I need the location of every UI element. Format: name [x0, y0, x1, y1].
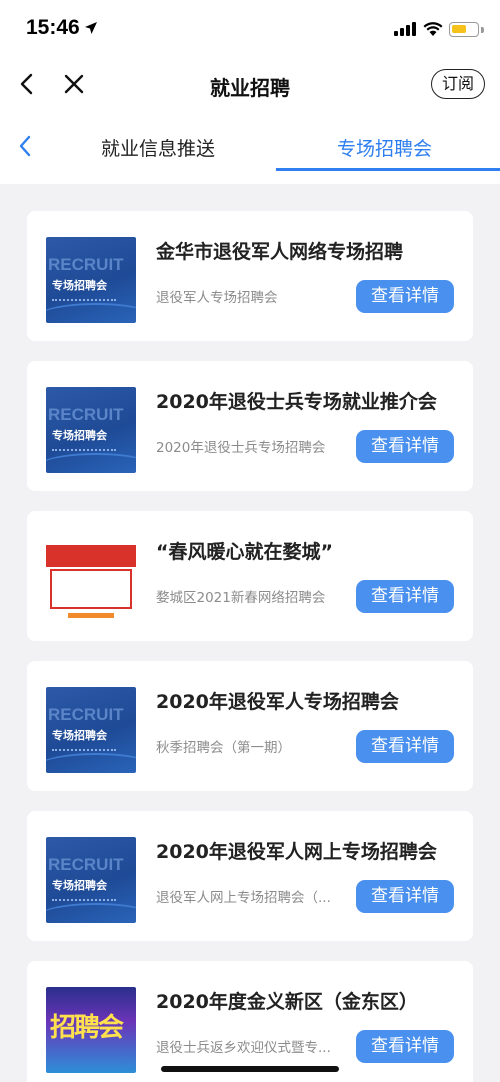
card-subtitle: 秋季招聘会（第一期）: [156, 740, 291, 756]
thumb-dots: [52, 749, 116, 751]
card-title: 金华市退役军人网络专场招聘: [156, 241, 404, 263]
card-subtitle: 退役军人专场招聘会: [156, 290, 278, 306]
card-subtitle: 婺城区2021新春网络招聘会: [156, 590, 326, 606]
thumb-recruit-cn: 专场招聘会: [52, 429, 107, 442]
thumb-wave: [46, 903, 136, 923]
thumb-red-box: [50, 569, 132, 609]
thumb-recruit-word: RECRUIT: [48, 705, 124, 724]
thumb-recruit-cn: 专场招聘会: [52, 279, 107, 292]
view-details-button[interactable]: 查看详情: [356, 1030, 454, 1063]
recruit-poster-thumbnail: RECRUIT 专场招聘会: [46, 837, 136, 923]
thumb-red-banner: [46, 545, 136, 567]
chevron-left-icon[interactable]: [16, 134, 36, 158]
thumb-orange-bar: [68, 613, 114, 618]
webpage-screenshot-thumbnail: [46, 537, 136, 623]
job-fair-card[interactable]: RECRUIT 专场招聘会 2020年退役军人专场招聘会 秋季招聘会（第一期） …: [27, 661, 473, 791]
thumb-recruit-cn: 专场招聘会: [52, 729, 107, 742]
recruit-poster-thumbnail: RECRUIT 专场招聘会: [46, 237, 136, 323]
card-title: 2020年退役军人网上专场招聘会: [156, 841, 437, 863]
thumb-wave: [46, 753, 136, 773]
job-fair-card[interactable]: “春风暖心就在婺城” 婺城区2021新春网络招聘会 查看详情: [27, 511, 473, 641]
recruit-poster-thumbnail: RECRUIT 专场招聘会: [46, 687, 136, 773]
job-fair-card[interactable]: 招聘会 2020年度金义新区（金东区） 退役士兵返乡欢迎仪式暨专... 查看详情: [27, 961, 473, 1082]
card-subtitle: 2020年退役士兵专场招聘会: [156, 440, 326, 456]
battery-cap: [481, 27, 484, 33]
card-title: 2020年退役士兵专场就业推介会: [156, 391, 437, 413]
card-subtitle: 退役士兵返乡欢迎仪式暨专...: [156, 1040, 331, 1056]
battery-level: [452, 25, 466, 33]
job-fair-card[interactable]: RECRUIT 专场招聘会 2020年退役军人网上专场招聘会 退役军人网上专场招…: [27, 811, 473, 941]
recruit-poster-thumbnail: RECRUIT 专场招聘会: [46, 387, 136, 473]
thumb-dots: [52, 899, 116, 901]
card-subtitle: 退役军人网上专场招聘会（...: [156, 890, 331, 906]
card-title: “春风暖心就在婺城”: [156, 541, 333, 563]
tab-bar: 就业信息推送 专场招聘会: [0, 112, 500, 184]
home-indicator[interactable]: [161, 1066, 339, 1072]
thumb-recruit-word: RECRUIT: [48, 855, 124, 874]
card-title: 2020年度金义新区（金东区）: [156, 991, 418, 1013]
thumb-wave: [46, 303, 136, 323]
tab-employment-news[interactable]: 就业信息推送: [101, 134, 215, 161]
card-title: 2020年退役军人专场招聘会: [156, 691, 399, 713]
thumb-dots: [52, 299, 116, 301]
location-arrow-icon: [85, 22, 97, 34]
tab-job-fairs[interactable]: 专场招聘会: [337, 134, 432, 161]
view-details-button[interactable]: 查看详情: [356, 430, 454, 463]
page-title: 就业招聘: [210, 76, 290, 100]
status-bar: 15:46: [0, 0, 500, 60]
status-time: 15:46: [26, 16, 80, 39]
view-details-button[interactable]: 查看详情: [356, 730, 454, 763]
view-details-button[interactable]: 查看详情: [356, 580, 454, 613]
view-details-button[interactable]: 查看详情: [356, 880, 454, 913]
view-details-button[interactable]: 查看详情: [356, 280, 454, 313]
cellular-signal-icon: [394, 22, 416, 36]
job-fair-card[interactable]: RECRUIT 专场招聘会 2020年退役士兵专场就业推介会 2020年退役士兵…: [27, 361, 473, 491]
subscribe-button[interactable]: 订阅: [431, 69, 485, 99]
thumb-dots: [52, 449, 116, 451]
thumb-recruit-word: RECRUIT: [48, 255, 124, 274]
wifi-icon: [423, 22, 443, 36]
thumb-recruit-cn: 专场招聘会: [52, 879, 107, 892]
active-tab-indicator: [276, 168, 500, 171]
fair-poster-thumbnail: 招聘会: [46, 987, 136, 1073]
thumb-fair-text: 招聘会: [50, 1013, 124, 1043]
thumb-recruit-word: RECRUIT: [48, 405, 124, 424]
nav-bar: 就业招聘 订阅: [0, 60, 500, 112]
battery-icon: [449, 22, 479, 37]
job-fair-card[interactable]: RECRUIT 专场招聘会 金华市退役军人网络专场招聘 退役军人专场招聘会 查看…: [27, 211, 473, 341]
thumb-wave: [46, 453, 136, 473]
